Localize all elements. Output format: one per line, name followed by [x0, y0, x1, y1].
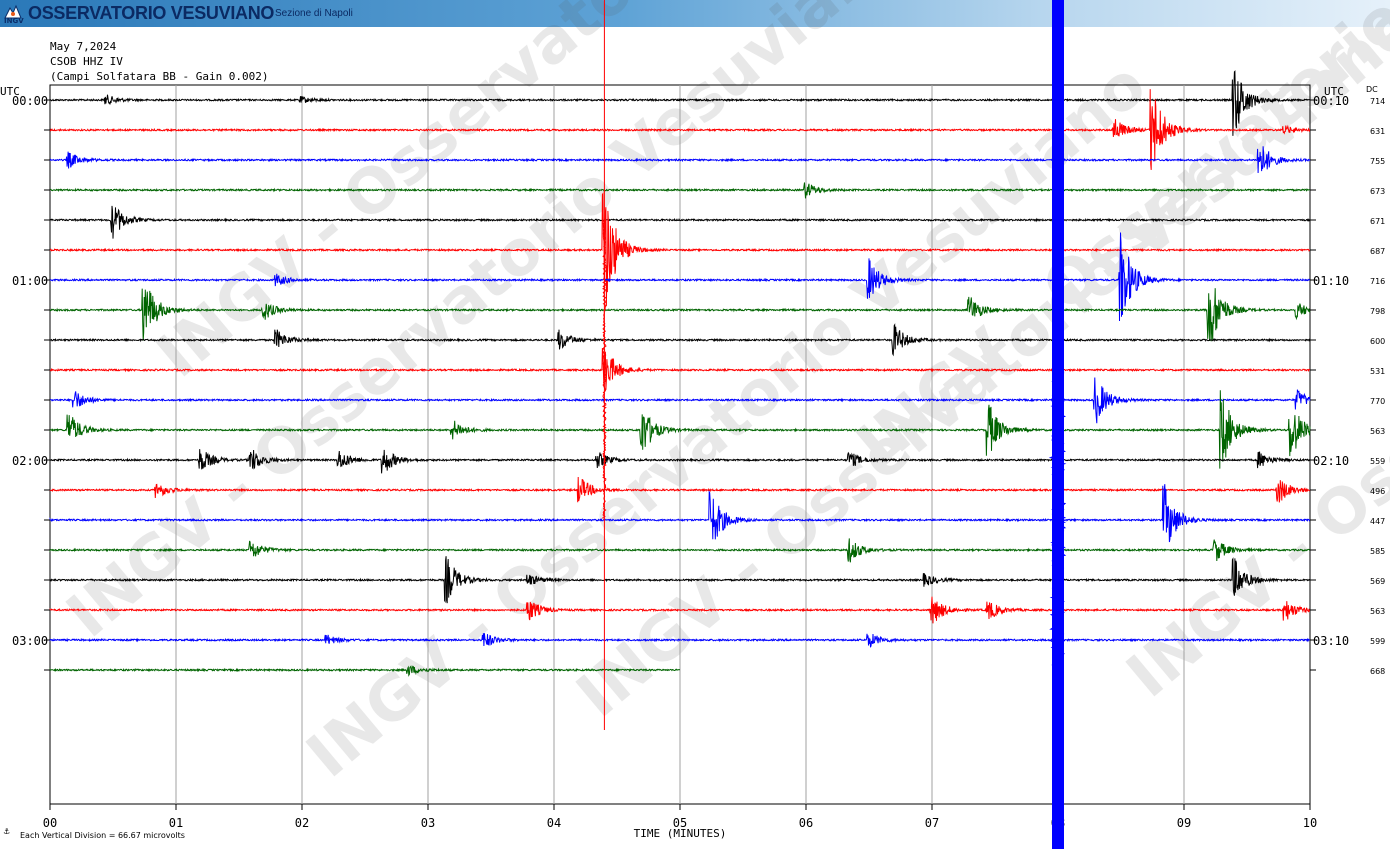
- dc-value: 585: [1370, 547, 1385, 556]
- right-time-label: 02:10: [1313, 454, 1349, 468]
- dc-value: 447: [1370, 517, 1385, 526]
- dc-value: 668: [1370, 667, 1385, 676]
- x-tick-label: 10: [1303, 816, 1317, 830]
- dc-value: 599: [1370, 637, 1385, 646]
- dc-value: 559: [1370, 457, 1385, 466]
- right-time-label: 03:10: [1313, 634, 1349, 648]
- watermark: INGV - Osservatorio VesuvianoINGV - Osse…: [53, 0, 1390, 791]
- dc-value: 770: [1370, 397, 1385, 406]
- dc-value: 496: [1370, 487, 1385, 496]
- scale-note: Each Vertical Division = 66.67 microvolt…: [20, 831, 185, 840]
- left-time-label: 02:00: [12, 454, 48, 468]
- dc-value: 673: [1370, 187, 1385, 196]
- x-tick-label: 00: [43, 816, 57, 830]
- dc-value: 563: [1370, 427, 1385, 436]
- x-tick-label: 01: [169, 816, 183, 830]
- left-time-label: 01:00: [12, 274, 48, 288]
- dc-value: 631: [1370, 127, 1385, 136]
- dc-value: 671: [1370, 217, 1385, 226]
- x-tick-label: 04: [547, 816, 561, 830]
- dc-value: 569: [1370, 577, 1385, 586]
- x-tick-label: 02: [295, 816, 309, 830]
- right-time-label: 00:10: [1313, 94, 1349, 108]
- seismogram-chart: INGV - Osservatorio VesuvianoINGV - Osse…: [0, 0, 1390, 849]
- x-tick-label: 06: [799, 816, 813, 830]
- dc-value: 600: [1370, 337, 1385, 346]
- dc-value: 716: [1370, 277, 1385, 286]
- dc-value: 798: [1370, 307, 1385, 316]
- saturated-trace-band: [1052, 0, 1064, 849]
- anchor-icon: ⚓: [3, 827, 10, 836]
- x-axis-label: TIME (MINUTES): [634, 827, 727, 840]
- x-tick-label: 09: [1177, 816, 1191, 830]
- dc-value: 755: [1370, 157, 1385, 166]
- dc-value: 714: [1370, 97, 1385, 106]
- dc-value: 687: [1370, 247, 1385, 256]
- x-tick-label: 07: [925, 816, 939, 830]
- right-time-label: 01:10: [1313, 274, 1349, 288]
- dc-value: 531: [1370, 367, 1385, 376]
- dc-value: 563: [1370, 607, 1385, 616]
- left-time-label: 00:00: [12, 94, 48, 108]
- left-time-label: 03:00: [12, 634, 48, 648]
- x-tick-label: 03: [421, 816, 435, 830]
- dc-label: DC: [1366, 85, 1378, 94]
